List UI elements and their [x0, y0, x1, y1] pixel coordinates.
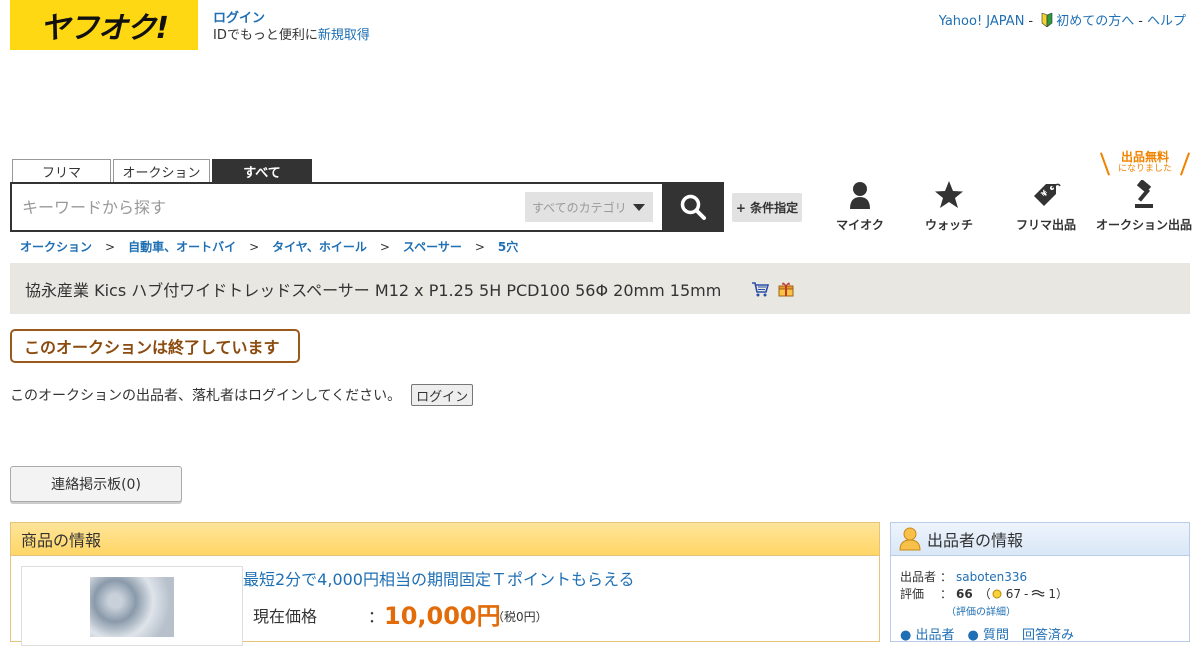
item-info-header: 商品の情報: [11, 523, 879, 556]
login-box: ログイン IDでもっと便利に新規取得: [213, 10, 370, 44]
nav-furima-sell[interactable]: ¥ フリマ出品: [998, 180, 1094, 233]
nav-label: ウォッチ: [924, 218, 973, 232]
tab-all[interactable]: すべて: [212, 159, 312, 183]
price-tax: （税0円）: [492, 610, 548, 624]
promo-subtitle: になりました: [1117, 164, 1172, 174]
breadcrumb-separator: >: [249, 239, 260, 254]
price-label: 現在価格: [253, 607, 318, 626]
seller-id-link[interactable]: saboten336: [956, 570, 1027, 584]
beginner-link[interactable]: 初めての方へ: [1056, 14, 1134, 29]
rating-label: 評価: [900, 587, 925, 601]
seller-rating-row: 評価 ： 66 （ 67 - 1 ）: [900, 586, 1068, 602]
seller-info-header: 出品者の情報: [891, 523, 1189, 556]
seller-avatar-icon: [899, 527, 921, 551]
tpoint-promo-link[interactable]: 最短2分で4,000円相当の期間固定Ｔポイントもらえる: [243, 566, 635, 590]
breadcrumb-separator: >: [474, 239, 485, 254]
current-price: 10,000円: [384, 602, 501, 630]
login-note: このオークションの出品者、落札者はログインしてください。 ログイン: [10, 384, 474, 406]
colon: ：: [939, 570, 952, 584]
gavel-icon: [1135, 180, 1153, 208]
yahuoku-logo[interactable]: ヤフオク!: [10, 0, 198, 50]
title-icons: [751, 281, 795, 297]
logo-text: ヤフオク!: [39, 11, 169, 46]
breadcrumb-separator: >: [105, 239, 116, 254]
seller-bottom-links[interactable]: ● 出品者 ● 質問 回答済み: [900, 624, 1074, 643]
nav-label: フリマ出品: [1015, 218, 1076, 232]
nav-label: オークション出品: [1096, 218, 1193, 232]
person-icon: [850, 182, 870, 209]
signup-link[interactable]: 新規取得: [318, 28, 370, 43]
colon: ：: [939, 587, 952, 601]
gift-box-icon[interactable]: [777, 281, 795, 297]
rating-total: 66: [956, 586, 973, 601]
promo-title: 出品無料: [1120, 150, 1169, 164]
page-title: 協永産業 Kics ハブ付ワイドトレッドスペーサー M12 x P1.25 5H…: [25, 280, 722, 300]
help-link[interactable]: ヘルプ: [1147, 14, 1186, 29]
contact-board-button[interactable]: 連絡掲示板(0): [10, 466, 182, 502]
rating-detail-link[interactable]: （評価の詳細）: [946, 603, 1016, 618]
auction-ended-notice: このオークションは終了しています: [10, 329, 300, 363]
condition-button[interactable]: + 条件指定: [732, 193, 802, 222]
breadcrumb-item[interactable]: オークション: [20, 238, 92, 255]
bad-rating-icon: [1031, 589, 1045, 597]
breadcrumb-item[interactable]: 自動車、オートバイ: [128, 238, 236, 255]
dropdown-arrow-icon: [632, 203, 645, 211]
login-link[interactable]: ログイン: [213, 11, 265, 26]
top-links: Yahoo! JAPAN - 初めての方へ - ヘルプ: [939, 10, 1186, 29]
search-tabs: フリマ オークション すべて: [12, 159, 314, 183]
nav-myauc[interactable]: マイオク: [812, 180, 908, 233]
price-colon: ：: [368, 607, 385, 626]
yahoo-japan-link[interactable]: Yahoo! JAPAN: [939, 14, 1025, 29]
category-select-value: すべてのカテゴリ: [532, 200, 627, 215]
nav-label: マイオク: [836, 218, 884, 232]
tab-auction[interactable]: オークション: [113, 159, 210, 183]
breadcrumb: オークション > 自動車、オートバイ > タイヤ、ホイール > スペーサー > …: [20, 238, 518, 255]
seller-header-text: 出品者の情報: [927, 531, 1024, 550]
breadcrumb-item[interactable]: スペーサー: [403, 238, 462, 255]
breadcrumb-item[interactable]: タイヤ、ホイール: [272, 238, 367, 255]
link-separator: -: [1138, 14, 1143, 29]
good-rating-icon: [992, 589, 1002, 598]
seller-id-row: 出品者 ： saboten336: [900, 568, 1027, 585]
rating-good: 67: [1005, 586, 1021, 601]
link-separator: -: [1028, 14, 1034, 29]
tab-furima[interactable]: フリマ: [12, 159, 111, 183]
search-input[interactable]: [22, 192, 522, 222]
seller-label: 出品者: [900, 570, 937, 584]
category-select[interactable]: すべてのカテゴリ: [525, 192, 653, 222]
breadcrumb-item[interactable]: 5穴: [498, 238, 518, 255]
item-title-band: 協永産業 Kics ハブ付ワイドトレッドスペーサー M12 x P1.25 5H…: [10, 263, 1190, 314]
nav-watch[interactable]: ウォッチ: [901, 180, 997, 233]
search-bar: すべてのカテゴリ: [10, 182, 664, 232]
rating-bad: 1: [1048, 586, 1056, 601]
star-icon: [935, 181, 963, 208]
search-button[interactable]: [662, 182, 724, 232]
login-sub-text: IDでもっと便利に: [213, 28, 318, 43]
tag-icon: ¥: [1034, 183, 1061, 206]
nav-auction-sell[interactable]: オークション出品: [1096, 180, 1192, 233]
item-photo: [90, 577, 174, 637]
login-note-text: このオークションの出品者、落札者はログインしてください。: [10, 388, 402, 404]
shopping-cart-icon[interactable]: [751, 281, 770, 297]
login-button[interactable]: ログイン: [411, 384, 474, 406]
beginner-mark-icon: [1041, 13, 1053, 27]
search-icon: [680, 194, 706, 220]
breadcrumb-separator: >: [379, 239, 390, 254]
item-thumbnail[interactable]: [21, 566, 243, 646]
free-listing-promo[interactable]: 出品無料 になりました: [1099, 150, 1191, 180]
